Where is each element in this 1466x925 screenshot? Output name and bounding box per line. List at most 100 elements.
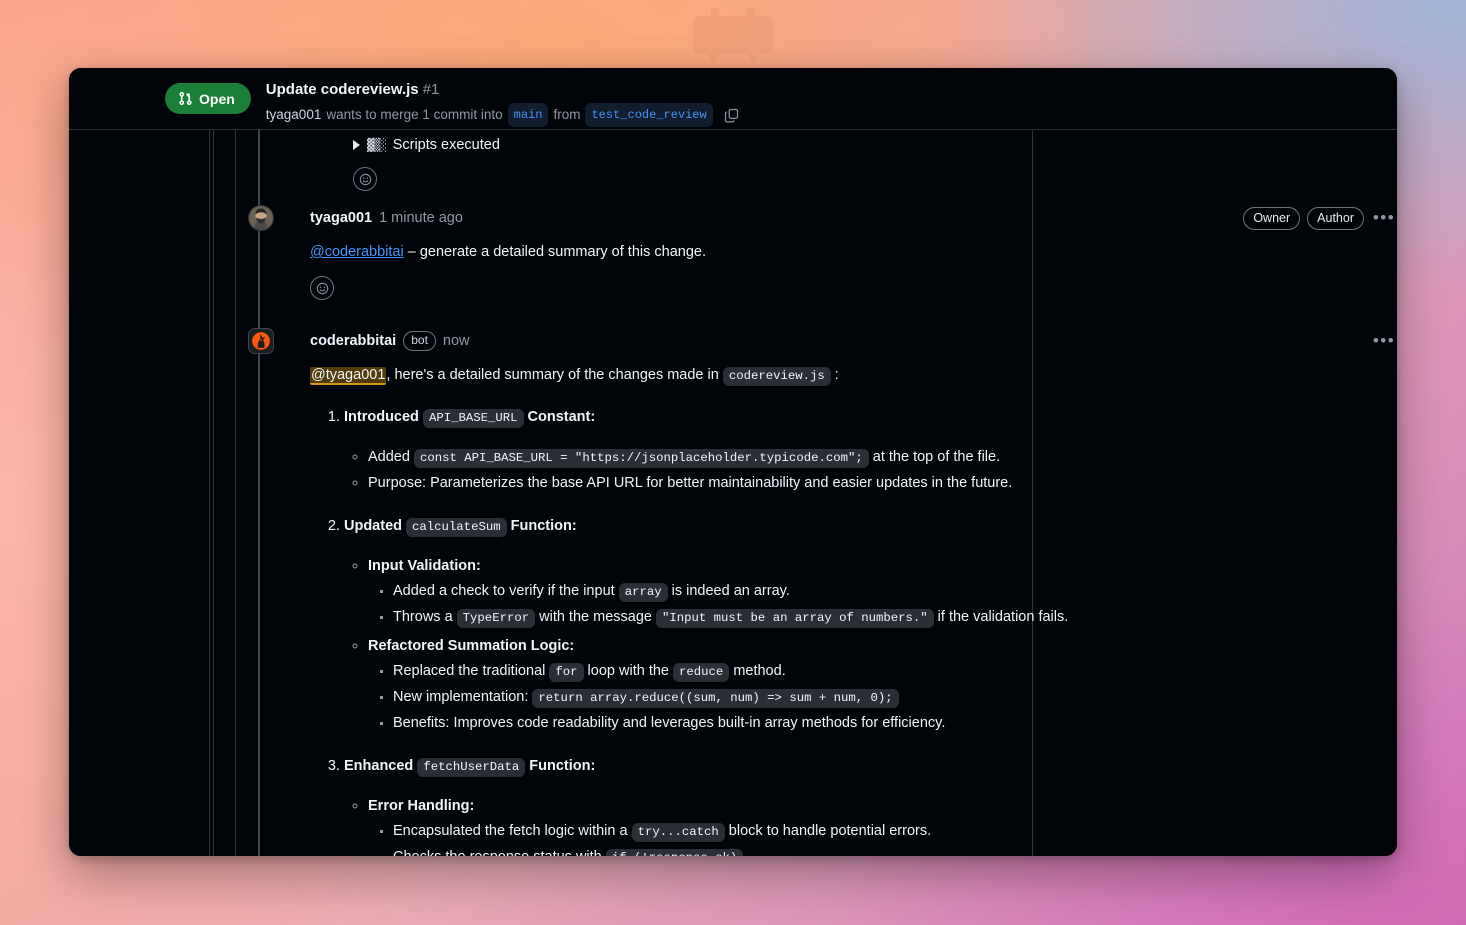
summary-item-3-suffix: Function: (525, 758, 596, 774)
group-points: Added a check to verify if the input arr… (368, 580, 1397, 629)
pr-title-row: Update codereview.js #1 (266, 79, 742, 100)
copy-icon[interactable] (722, 105, 742, 125)
add-reaction-icon (316, 282, 328, 294)
mention-tyaga001[interactable]: @tyaga001 (310, 367, 387, 385)
text-prefix: Added (368, 449, 414, 465)
comment-timestamp-1: 1 minute ago (379, 210, 463, 226)
pr-state-badge: Open (165, 83, 251, 114)
summary-list: Introduced API_BASE_URL Constant: Added … (310, 406, 1397, 856)
list-item: Input Validation: Added a check to verif… (368, 555, 1397, 629)
add-reaction-button-2[interactable] (310, 276, 334, 300)
list-item: New implementation: return array.reduce(… (393, 686, 1397, 709)
p1: Benefits: Improves code readability and … (393, 715, 946, 731)
layout-rule-1 (209, 130, 210, 856)
p2: block to handle potential errors. (724, 823, 932, 839)
p2: with the message (535, 609, 656, 625)
add-reaction-icon (359, 173, 371, 185)
mention-coderabbitai[interactable]: @coderabbitai (310, 244, 404, 260)
watermark-logo-icon (693, 8, 773, 64)
comment-body-1: @coderabbitai – generate a detailed summ… (310, 241, 1397, 263)
avatar[interactable] (248, 328, 274, 354)
list-item: Added const API_BASE_URL = "https://json… (368, 446, 1397, 469)
comment-author-1[interactable]: tyaga001 (310, 208, 372, 228)
summary-item-3-prefix: Enhanced (344, 758, 418, 774)
p2: loop with the (583, 663, 674, 679)
pr-number: #1 (422, 81, 440, 98)
base-branch-chip[interactable]: main (507, 103, 549, 127)
summary-item-2-suffix: Function: (506, 518, 577, 534)
badge-author[interactable]: Author (1307, 206, 1364, 230)
list-item: Added a check to verify if the input arr… (393, 580, 1397, 603)
group-title: Input Validation: (368, 558, 481, 574)
summary-item-3: Enhanced fetchUserData Function: Error H… (344, 755, 1397, 856)
intro-text-2: : (830, 367, 839, 383)
inline-code-fetchuserdata: fetchUserData (417, 758, 526, 777)
inline-code-array: array (618, 583, 668, 602)
text-prefix: Purpose: Parameterizes the base API URL … (368, 475, 1013, 491)
summary-item-1-children: Added const API_BASE_URL = "https://json… (344, 446, 1397, 494)
pr-merge-text-1: wants to merge 1 commit into (326, 107, 503, 122)
group-title: Refactored Summation Logic: (368, 638, 575, 654)
inline-code-reduce: reduce (673, 663, 730, 682)
scripts-executed-row[interactable]: ▓▒░ Scripts executed (248, 130, 1397, 155)
summary-item-2-prefix: Updated (344, 518, 407, 534)
summary-item-1-suffix: Constant: (523, 409, 596, 425)
list-item: Error Handling: Encapsulated the fetch l… (368, 795, 1397, 856)
inline-code-typeerror: TypeError (456, 609, 536, 628)
pr-title: Update codereview.js (265, 81, 419, 98)
inline-code-codereview-js: codereview.js (722, 367, 831, 386)
avatar[interactable] (248, 205, 274, 231)
list-item: Encapsulated the fetch logic within a tr… (393, 820, 1397, 843)
kebab-menu-icon[interactable]: ••• (1371, 208, 1397, 228)
comment-body-2: @tyaga001, here's a detailed summary of … (310, 364, 1397, 387)
p1: Replaced the traditional (393, 663, 550, 679)
comment-header-2: coderabbitai bot now ••• (310, 328, 1397, 354)
group-points: Encapsulated the fetch logic within a tr… (368, 820, 1397, 856)
comment-author-2[interactable]: coderabbitai (310, 331, 396, 351)
group-points: Replaced the traditional for loop with t… (368, 660, 1397, 734)
comment-body-text-1: – generate a detailed summary of this ch… (403, 244, 706, 260)
pr-headline: Update codereview.js #1 tyaga001 wants to… (266, 78, 742, 127)
list-item: Replaced the traditional for loop with t… (393, 660, 1397, 683)
inline-code-for: for (549, 663, 584, 682)
conversation-content: ▓▒░ Scripts executed tyaga001 1 minute a… (235, 130, 1397, 856)
bot-badge: bot (403, 331, 436, 351)
badge-owner[interactable]: Owner (1243, 206, 1301, 230)
p1: Checks the response status with (393, 849, 606, 856)
git-pull-request-icon (179, 91, 192, 106)
group-title: Error Handling: (368, 798, 475, 814)
p1: New implementation: (393, 689, 533, 705)
pr-conversation-body: ▓▒░ Scripts executed tyaga001 1 minute a… (69, 129, 1397, 856)
comment-coderabbitai: coderabbitai bot now ••• @tyaga001, here… (248, 328, 1397, 856)
p3: method. (729, 663, 786, 679)
head-branch-chip[interactable]: test_code_review (585, 103, 713, 127)
coderabbit-avatar (249, 329, 273, 353)
scripts-executed-label: Scripts executed (392, 137, 500, 153)
pr-subtitle: tyaga001 wants to merge 1 commit into ma… (266, 103, 742, 127)
summary-item-2: Updated calculateSum Function: Input Val… (344, 515, 1397, 734)
inline-code-if-response-ok: if (!response.ok) (605, 849, 744, 856)
inline-code-input-must-be-array: "Input must be an array of numbers." (656, 609, 934, 628)
p2: . (743, 849, 751, 856)
pr-author-name[interactable]: tyaga001 (266, 105, 322, 125)
comment-timestamp-2: now (442, 333, 470, 349)
inline-code-const-api-base-url: const API_BASE_URL = "https://jsonplaceh… (413, 449, 869, 468)
list-item: Throws a TypeError with the message "Inp… (393, 606, 1397, 629)
kebab-menu-icon[interactable]: ••• (1371, 331, 1397, 351)
inline-code-reduce-impl: return array.reduce((sum, num) => sum + … (532, 689, 899, 708)
list-item: Benefits: Improves code readability and … (393, 712, 1397, 734)
triangle-right-icon[interactable] (353, 140, 360, 150)
p1: Throws a (393, 609, 457, 625)
comment-header-1: tyaga001 1 minute ago Owner Author ••• (310, 205, 1397, 231)
user-avatar (249, 206, 273, 230)
intro-text-1: , here's a detailed summary of the chang… (386, 367, 723, 383)
list-item: Checks the response status with if (!res… (393, 846, 1397, 856)
script-glyph-icon: ▓▒░ (367, 138, 387, 152)
pr-header: Open Update codereview.js #1 tyaga001 wan… (69, 68, 1397, 129)
p1: Added a check to verify if the input (393, 583, 619, 599)
add-reaction-button-1[interactable] (353, 167, 377, 191)
inline-code-try-catch: try...catch (631, 823, 725, 842)
list-item: Purpose: Parameterizes the base API URL … (368, 472, 1397, 494)
comment-tyaga001: tyaga001 1 minute ago Owner Author ••• @… (248, 205, 1397, 300)
p3: if the validation fails. (933, 609, 1069, 625)
